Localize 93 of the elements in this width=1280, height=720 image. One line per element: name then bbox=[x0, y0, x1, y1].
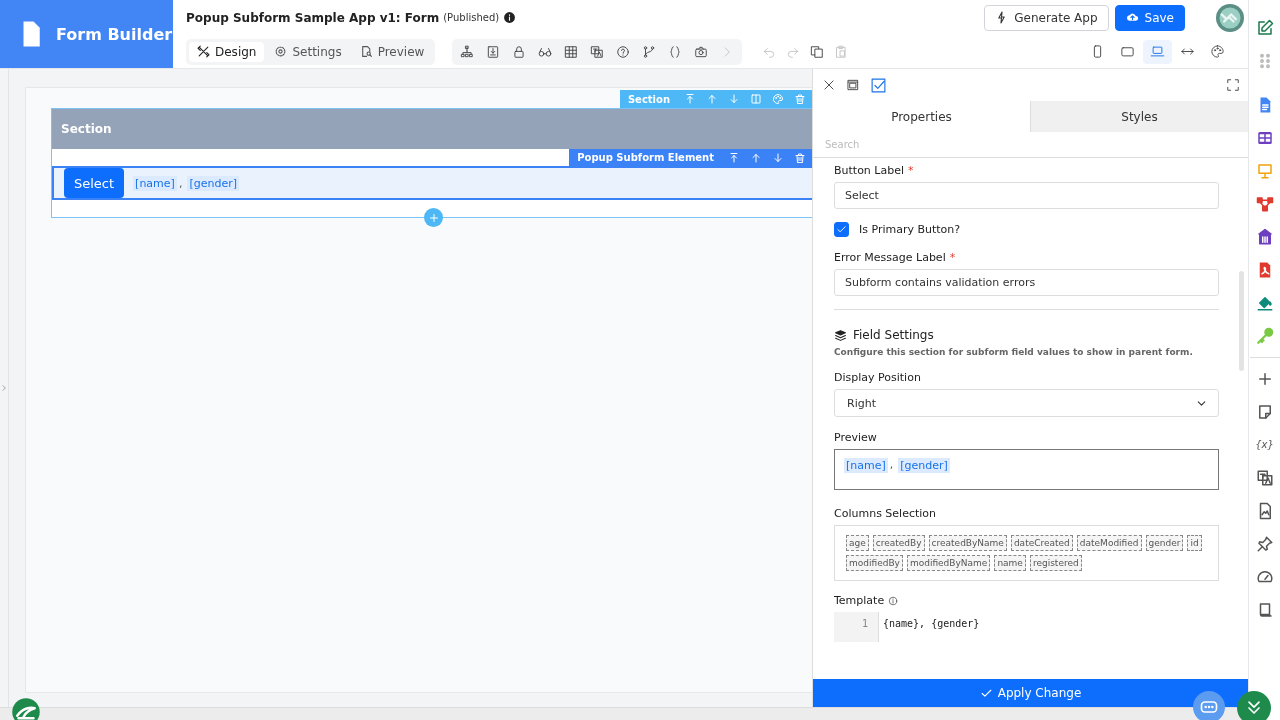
generate-app-button[interactable]: Generate App bbox=[984, 4, 1109, 31]
field-token: [name] bbox=[844, 458, 888, 473]
translate-icon[interactable] bbox=[1255, 469, 1274, 487]
expand-icon[interactable] bbox=[1226, 78, 1240, 92]
text-field[interactable]: Select bbox=[834, 182, 1219, 209]
paint-bucket-icon[interactable] bbox=[1255, 294, 1274, 312]
window-icon[interactable] bbox=[846, 78, 860, 92]
pin-icon[interactable] bbox=[1255, 535, 1274, 553]
toolbar-label: Popup Subform Element bbox=[577, 152, 714, 163]
mode-tab[interactable]: Design bbox=[189, 41, 265, 62]
move-top-icon[interactable] bbox=[728, 151, 740, 164]
tools-icon bbox=[197, 45, 210, 58]
camera-icon[interactable] bbox=[694, 44, 709, 59]
edit-icon[interactable] bbox=[1255, 19, 1274, 37]
tablet-icon bbox=[1120, 44, 1135, 59]
line-number: 1 bbox=[834, 612, 879, 642]
move-up-icon[interactable] bbox=[750, 151, 762, 164]
dropdown[interactable]: Right bbox=[834, 389, 1219, 417]
column-chip[interactable]: createdBy bbox=[872, 535, 925, 551]
info-icon bbox=[503, 11, 517, 24]
field-label: Button Label bbox=[834, 164, 905, 177]
publish-status: (Published) bbox=[443, 12, 500, 23]
toolbar-label: Section bbox=[627, 93, 670, 105]
required-mark: * bbox=[908, 164, 914, 177]
layers-icon bbox=[834, 328, 847, 342]
column-chip[interactable]: name bbox=[994, 555, 1026, 571]
field-token: [name] bbox=[133, 175, 177, 191]
section-header: Section bbox=[52, 109, 812, 149]
help-icon[interactable] bbox=[616, 44, 631, 59]
section-description: Configure this section for subform field values to show in parent form. bbox=[834, 347, 1194, 357]
translate-icon[interactable] bbox=[590, 44, 605, 59]
chevron-right-icon bbox=[0, 384, 8, 392]
field-label: Display Position bbox=[834, 371, 921, 384]
select-button[interactable]: Select bbox=[64, 168, 125, 198]
text-field[interactable]: Subform contains validation errors bbox=[834, 269, 1219, 296]
field-label: Preview bbox=[834, 431, 877, 444]
column-chip[interactable]: createdByName bbox=[928, 535, 1007, 551]
separator-text: , bbox=[889, 458, 894, 471]
field-label: Columns Selection bbox=[834, 507, 937, 520]
separator-text: , bbox=[178, 176, 183, 190]
mode-tab[interactable]: Preview bbox=[351, 41, 433, 62]
check-icon bbox=[836, 224, 847, 235]
checkbox-label: Is Primary Button? bbox=[859, 223, 961, 236]
move-down-icon[interactable] bbox=[772, 151, 784, 164]
column-chip[interactable]: dateCreated bbox=[1010, 535, 1073, 551]
device-button[interactable] bbox=[1143, 39, 1172, 64]
field-label: Template bbox=[834, 594, 885, 607]
share-icon[interactable] bbox=[1255, 195, 1274, 213]
palette-icon bbox=[1210, 44, 1225, 59]
column-chip[interactable]: modifiedBy bbox=[846, 555, 903, 571]
cloud-upload-icon bbox=[1125, 11, 1139, 24]
required-mark: * bbox=[949, 251, 956, 264]
form-title: Popup Subform Sample App v1: Form bbox=[186, 10, 440, 25]
grid-icon[interactable] bbox=[564, 44, 579, 59]
laptop-icon bbox=[1150, 44, 1165, 59]
user-avatar[interactable] bbox=[1216, 3, 1244, 32]
move-top-icon[interactable] bbox=[684, 93, 696, 105]
save-button[interactable]: Save bbox=[1114, 4, 1185, 31]
subform-element[interactable]: Select [name] , [gender] bbox=[52, 166, 812, 200]
field-token: [gender] bbox=[898, 458, 950, 473]
plus-icon bbox=[427, 211, 440, 224]
section-title: Field Settings bbox=[853, 328, 934, 342]
column-chip[interactable]: registered bbox=[1029, 555, 1082, 571]
branch-icon[interactable] bbox=[642, 44, 657, 59]
delete-icon[interactable] bbox=[794, 93, 806, 105]
close-icon[interactable] bbox=[822, 78, 836, 92]
checkbox-icon[interactable] bbox=[870, 76, 887, 94]
apply-change-button[interactable]: Apply Change bbox=[813, 679, 1248, 707]
column-chip[interactable]: age bbox=[846, 535, 869, 551]
mode-tab[interactable]: Settings bbox=[266, 41, 350, 62]
building-icon[interactable] bbox=[1255, 228, 1274, 246]
column-chip[interactable]: id bbox=[1187, 535, 1202, 551]
column-chip[interactable]: dateModified bbox=[1076, 535, 1142, 551]
gear-icon bbox=[274, 45, 288, 58]
import-icon[interactable] bbox=[486, 44, 501, 59]
preview-icon bbox=[359, 45, 373, 58]
copy-icon[interactable] bbox=[810, 44, 825, 59]
hierarchy-icon[interactable] bbox=[460, 44, 475, 59]
info-icon bbox=[888, 595, 899, 606]
checkbox[interactable] bbox=[834, 222, 849, 237]
table-icon[interactable] bbox=[1255, 129, 1274, 147]
code-line: {name}, {gender} bbox=[882, 617, 980, 631]
app-title: Form Builder bbox=[56, 24, 173, 44]
field-label: Error Message Label bbox=[834, 251, 946, 264]
braces-icon[interactable] bbox=[668, 44, 683, 59]
variable-icon[interactable]: {x} bbox=[1255, 436, 1274, 454]
add-button[interactable] bbox=[424, 208, 443, 227]
column-chip[interactable]: gender bbox=[1145, 535, 1184, 551]
lock-icon[interactable] bbox=[512, 44, 527, 59]
panel-tab[interactable]: Styles bbox=[1030, 101, 1248, 132]
column-chip[interactable]: modifiedByName bbox=[906, 555, 991, 571]
field-token: [gender] bbox=[187, 175, 239, 191]
delete-icon[interactable] bbox=[794, 151, 806, 164]
